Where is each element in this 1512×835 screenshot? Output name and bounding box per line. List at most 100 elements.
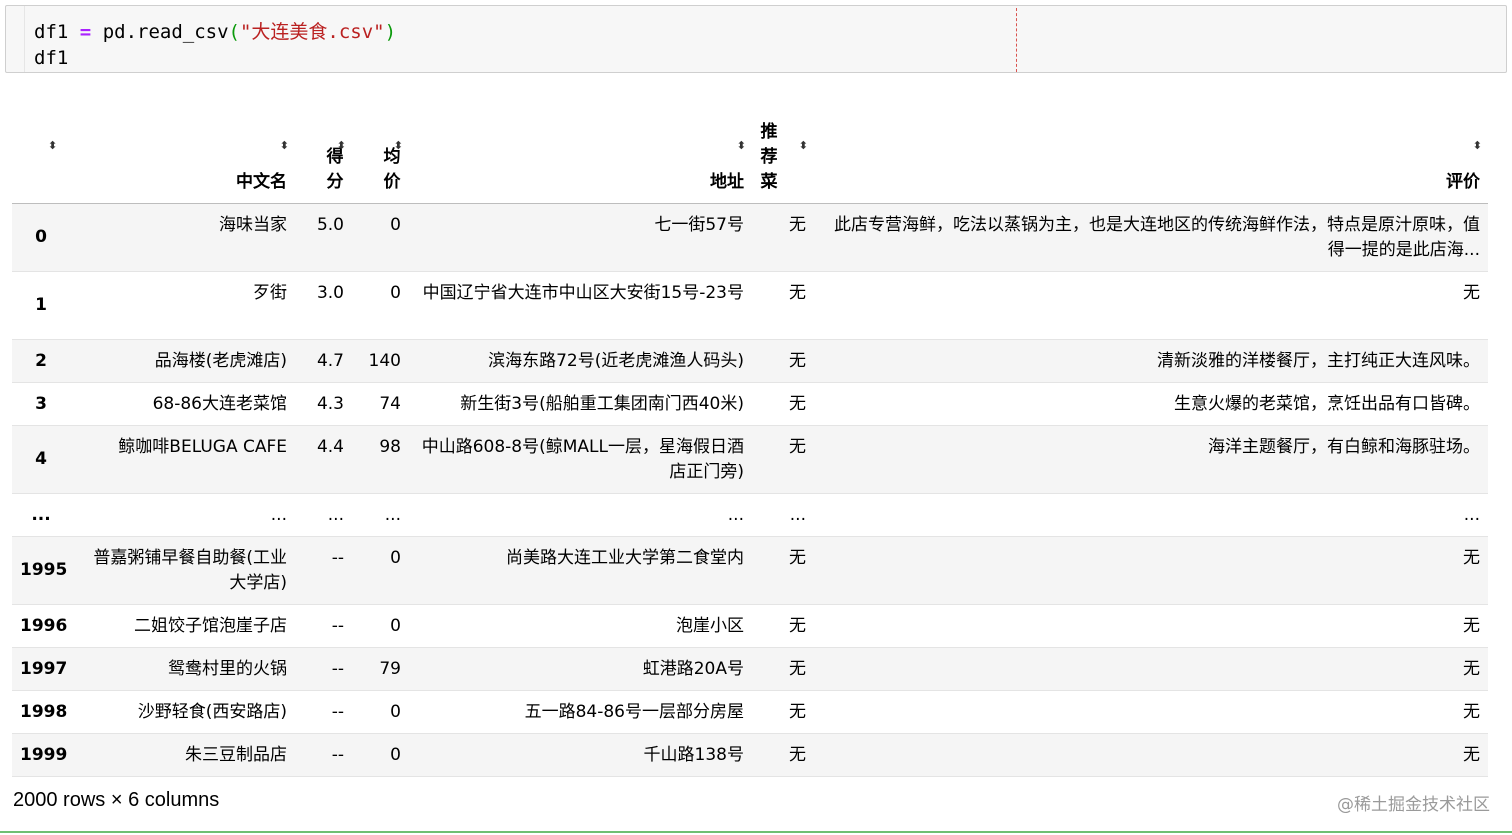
row-index: 2	[12, 339, 70, 383]
sort-icon[interactable]: ⬍	[737, 140, 746, 151]
cell-price: 0	[352, 733, 409, 777]
cell-score: --	[295, 536, 352, 605]
table-row: 1997 鸳鸯村里的火锅 -- 79 虹港路20A号 无 无	[12, 647, 1488, 691]
header-label: 均价	[383, 145, 401, 195]
code-operator: =	[79, 21, 92, 43]
header-label: 得分	[326, 145, 344, 195]
dataframe-output: ⬍ ⬍ 中文名 ⬍ 得分 ⬍ 均价 ⬍ 地址 ⬍ 推 荐 菜 ⬍ 评价 0 海味…	[12, 104, 1488, 777]
cell-review: 海洋主题餐厅，有白鲸和海豚驻场。	[814, 425, 1488, 494]
cell-review: 无	[814, 271, 1488, 340]
header-review[interactable]: ⬍ 评价	[814, 104, 1488, 204]
cell-price: 0	[352, 604, 409, 648]
line-length-ruler	[1016, 8, 1017, 72]
sort-icon[interactable]: ⬍	[394, 140, 403, 151]
code-paren-open: (	[228, 21, 240, 43]
cell-name: 海味当家	[70, 203, 295, 272]
cell-address: 尚美路大连工业大学第二食堂内	[409, 536, 752, 605]
cell-score: 4.7	[295, 339, 352, 383]
cell-address: 泡崖小区	[409, 604, 752, 648]
header-row: ⬍ ⬍ 中文名 ⬍ 得分 ⬍ 均价 ⬍ 地址 ⬍ 推 荐 菜 ⬍ 评价	[12, 104, 1488, 204]
cell-recommend: 无	[752, 425, 814, 494]
cell-review: 无	[814, 536, 1488, 605]
watermark: @稀土掘金技术社区	[1337, 795, 1490, 815]
code-cell[interactable]: df1 = pd.read_csv("大连美食.csv") df1	[5, 5, 1507, 73]
code-editor[interactable]: df1 = pd.read_csv("大连美食.csv") df1	[34, 19, 396, 71]
cell-price: 0	[352, 536, 409, 605]
row-index: 3	[12, 382, 70, 426]
cell-score: --	[295, 733, 352, 777]
cell-review: 无	[814, 690, 1488, 734]
table-row: 0 海味当家 5.0 0 七一街57号 无 此店专营海鲜，吃法以蒸锅为主，也是大…	[12, 203, 1488, 272]
cell-address: 七一街57号	[409, 203, 752, 272]
row-index: 1997	[12, 647, 70, 691]
header-recommend[interactable]: ⬍ 推荐菜	[752, 104, 814, 204]
cell-review: ...	[814, 493, 1488, 537]
cell-score: ...	[295, 493, 352, 537]
cell-price: 0	[352, 271, 409, 340]
cell-recommend: 无	[752, 339, 814, 383]
row-index: 0	[12, 203, 70, 272]
cell-recommend: 无	[752, 382, 814, 426]
sort-icon[interactable]: ⬍	[48, 140, 57, 151]
table-row: 1 歹街 3.0 0 中国辽宁省大连市中山区大安街15号-23号 无 无	[12, 271, 1488, 340]
cell-review: 此店专营海鲜，吃法以蒸锅为主，也是大连地区的传统海鲜作法，特点是原汁原味，值得一…	[814, 203, 1488, 272]
header-index[interactable]: ⬍	[12, 104, 70, 204]
header-char: 荐	[760, 147, 778, 167]
header-label: 评价	[1446, 172, 1480, 192]
cell-price: 79	[352, 647, 409, 691]
code-line-2: df1	[34, 47, 69, 69]
cell-recommend: 无	[752, 647, 814, 691]
cell-score: 5.0	[295, 203, 352, 272]
table-row: 2 品海楼(老虎滩店) 4.7 140 滨海东路72号(近老虎滩渔人码头) 无 …	[12, 339, 1488, 383]
cell-price: 98	[352, 425, 409, 494]
cell-review: 无	[814, 733, 1488, 777]
header-label: 推荐菜	[760, 120, 778, 195]
cell-recommend: 无	[752, 733, 814, 777]
table-row-ellipsis: ... ... ... ... ... ... ...	[12, 493, 1488, 537]
cell-name: 品海楼(老虎滩店)	[70, 339, 295, 383]
header-address[interactable]: ⬍ 地址	[409, 104, 752, 204]
cell-name: 普嘉粥铺早餐自助餐(工业大学店)	[70, 536, 295, 605]
header-price[interactable]: ⬍ 均价	[352, 104, 409, 204]
cell-recommend: 无	[752, 690, 814, 734]
sort-icon[interactable]: ⬍	[1473, 140, 1482, 151]
code-var: df1	[34, 21, 69, 43]
cell-recommend: 无	[752, 536, 814, 605]
header-score[interactable]: ⬍ 得分	[295, 104, 352, 204]
code-call: pd.read_csv	[102, 21, 229, 43]
row-index: 1995	[12, 536, 70, 605]
cell-name: 朱三豆制品店	[70, 733, 295, 777]
cell-score: 4.4	[295, 425, 352, 494]
table-row: 3 68-86大连老菜馆 4.3 74 新生街3号(船舶重工集团南门西40米) …	[12, 382, 1488, 426]
cell-score: 3.0	[295, 271, 352, 340]
table-row: 1998 沙野轻食(西安路店) -- 0 五一路84-86号一层部分房屋 无 无	[12, 690, 1488, 734]
row-index: 1998	[12, 690, 70, 734]
sort-icon[interactable]: ⬍	[799, 140, 808, 151]
code-paren-close: )	[384, 21, 397, 43]
cell-name: 沙野轻食(西安路店)	[70, 690, 295, 734]
cell-address: 千山路138号	[409, 733, 752, 777]
cell-address: 滨海东路72号(近老虎滩渔人码头)	[409, 339, 752, 383]
cell-price: ...	[352, 493, 409, 537]
cell-review: 清新淡雅的洋楼餐厅，主打纯正大连风味。	[814, 339, 1488, 383]
code-gutter	[24, 6, 25, 72]
cell-review: 无	[814, 647, 1488, 691]
cell-price: 0	[352, 690, 409, 734]
cell-name: 68-86大连老菜馆	[70, 382, 295, 426]
cell-price: 74	[352, 382, 409, 426]
table-row: 1995 普嘉粥铺早餐自助餐(工业大学店) -- 0 尚美路大连工业大学第二食堂…	[12, 536, 1488, 605]
cell-name: 歹街	[70, 271, 295, 340]
cell-score: --	[295, 647, 352, 691]
cell-recommend: 无	[752, 604, 814, 648]
cell-score: --	[295, 604, 352, 648]
cell-address: 虹港路20A号	[409, 647, 752, 691]
header-name[interactable]: ⬍ 中文名	[70, 104, 295, 204]
sort-icon[interactable]: ⬍	[280, 140, 289, 151]
cell-address: 五一路84-86号一层部分房屋	[409, 690, 752, 734]
dataframe-table: ⬍ ⬍ 中文名 ⬍ 得分 ⬍ 均价 ⬍ 地址 ⬍ 推 荐 菜 ⬍ 评价 0 海味…	[12, 104, 1488, 777]
cell-price: 0	[352, 203, 409, 272]
cell-address: 中国辽宁省大连市中山区大安街15号-23号	[409, 271, 752, 340]
header-label: 地址	[710, 172, 744, 192]
sort-icon[interactable]: ⬍	[337, 140, 346, 151]
header-char: 价	[383, 172, 401, 192]
